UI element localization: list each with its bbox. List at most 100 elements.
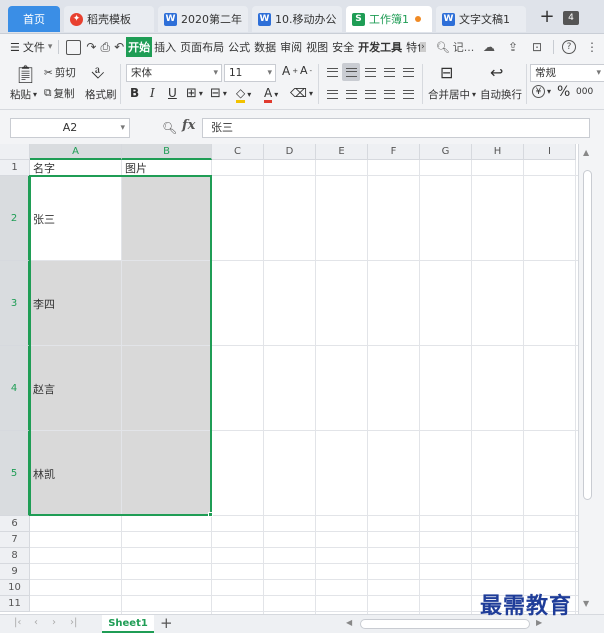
row-header-5[interactable]: 5 <box>0 431 30 516</box>
tab-text-doc1[interactable]: W 文字文稿1 <box>436 6 526 32</box>
clear-format-icon[interactable]: ⌫ ▾ <box>290 86 313 100</box>
border-icon[interactable]: ⊞ ▾ <box>186 86 203 101</box>
percent-button[interactable]: % <box>557 84 570 100</box>
format-painter-button[interactable]: 格式刷 <box>85 87 117 102</box>
next-sheet-icon[interactable]: › <box>52 617 56 628</box>
menu-features[interactable]: 特色 <box>404 39 420 55</box>
sheet-tab-sheet1[interactable]: Sheet1 <box>102 615 154 633</box>
new-tab-plus-icon[interactable]: + <box>538 8 556 28</box>
menu-data[interactable]: 数据 <box>252 39 278 55</box>
tab-home[interactable]: 首页 <box>8 6 60 32</box>
tab-count-badge[interactable]: 4 <box>563 11 579 25</box>
increase-indent-icon[interactable] <box>399 63 417 81</box>
redo-icon[interactable]: ↷ <box>86 40 96 54</box>
row-header-7[interactable]: 7 <box>0 532 30 548</box>
undo-icon[interactable]: ↶ <box>114 40 124 54</box>
save-icon[interactable] <box>66 39 82 55</box>
menu-developer[interactable]: 开发工具 <box>356 39 404 55</box>
file-menu[interactable]: ☰ 文件 ▾ <box>0 39 54 55</box>
menu-home[interactable]: 开始 <box>126 37 153 57</box>
underline-button[interactable]: U <box>168 86 177 100</box>
last-sheet-icon[interactable]: ›| <box>70 617 77 628</box>
paste-button[interactable]: 粘贴 ▾ <box>10 87 37 102</box>
menu-review[interactable]: 审阅 <box>278 39 304 55</box>
row-header-11[interactable]: 11 <box>0 596 30 612</box>
wrap-text-button[interactable]: 自动换行 <box>480 87 522 102</box>
column-header-h[interactable]: H <box>472 144 524 160</box>
number-format-select[interactable]: 常规 <box>530 64 604 82</box>
cell-style-icon[interactable]: ⊟ ▾ <box>210 86 227 101</box>
prev-sheet-icon[interactable]: ‹ <box>34 617 38 628</box>
font-color-button[interactable]: A ▾ <box>264 86 278 103</box>
fx-icon[interactable]: fx <box>182 118 195 133</box>
vertical-scrollbar[interactable]: ▲ ▼ <box>578 144 604 614</box>
add-sheet-icon[interactable]: + <box>160 614 173 632</box>
row-header-3[interactable]: 3 <box>0 261 30 346</box>
align-middle-icon[interactable] <box>342 63 360 81</box>
bold-button[interactable]: B <box>130 86 139 100</box>
menu-insert[interactable]: 插入 <box>152 39 178 55</box>
row-header-8[interactable]: 8 <box>0 548 30 564</box>
more-options-icon[interactable]: ⋮ <box>584 39 600 55</box>
format-painter-icon[interactable]: ⎀ <box>91 63 105 83</box>
menu-view[interactable]: 视图 <box>304 39 330 55</box>
cloud-icon[interactable]: ☁ <box>481 39 497 55</box>
horizontal-scrollbar[interactable] <box>360 619 530 629</box>
column-header-e[interactable]: E <box>316 144 368 160</box>
scroll-left-icon[interactable]: ◀ <box>346 618 352 627</box>
column-header-b[interactable]: B <box>122 144 212 160</box>
vertical-scroll-thumb[interactable] <box>583 170 592 500</box>
decrease-indent-icon[interactable] <box>380 63 398 81</box>
align-center-icon[interactable] <box>342 85 360 103</box>
merge-center-button[interactable]: 合并居中 ▾ <box>428 87 476 102</box>
search-box[interactable]: 🔍︎ 记... <box>436 39 474 55</box>
copy-button[interactable]: ⧉ 复制 <box>44 86 75 101</box>
scroll-down-icon[interactable]: ▼ <box>583 599 589 608</box>
justify-icon[interactable] <box>380 85 398 103</box>
menu-page-layout[interactable]: 页面布局 <box>178 39 226 55</box>
column-header-f[interactable]: F <box>368 144 420 160</box>
align-top-icon[interactable] <box>323 63 341 81</box>
row-header-10[interactable]: 10 <box>0 580 30 596</box>
cell-a1[interactable]: 名字 <box>30 160 122 176</box>
font-family-select[interactable]: 宋体 <box>126 64 222 82</box>
comma-button[interactable]: 000 <box>576 87 593 97</box>
fill-color-icon[interactable]: ◇ ▾ <box>236 86 251 103</box>
share-icon[interactable]: ⇪ <box>505 39 521 55</box>
tab-doc-2020[interactable]: W 2020第二年 <box>158 6 248 32</box>
menu-formulas[interactable]: 公式 <box>226 39 252 55</box>
row-header-9[interactable]: 9 <box>0 564 30 580</box>
help-icon[interactable]: ? <box>562 40 576 54</box>
cell-b1[interactable]: 图片 <box>122 160 212 176</box>
scroll-right-icon[interactable]: › <box>420 42 426 52</box>
column-header-a[interactable]: A <box>30 144 122 160</box>
distributed-icon[interactable] <box>399 85 417 103</box>
formula-input[interactable]: 张三 <box>202 118 590 138</box>
paste-icon[interactable]: 📋︎ <box>14 64 37 85</box>
row-header-6[interactable]: 6 <box>0 516 30 532</box>
fill-handle[interactable] <box>208 512 213 517</box>
tab-docer[interactable]: ✦ 稻壳模板 <box>64 6 154 32</box>
zoom-icon[interactable]: 🔍︎ <box>162 121 177 135</box>
scroll-up-icon[interactable]: ▲ <box>583 148 589 157</box>
row-header-2[interactable]: 2 <box>0 176 30 261</box>
decrease-font-icon[interactable]: A- <box>300 64 312 77</box>
align-right-icon[interactable] <box>361 85 379 103</box>
name-box[interactable]: A2 <box>10 118 130 138</box>
spreadsheet-grid[interactable]: A B C D E F G H I 1 2 3 4 5 6 7 8 9 10 11 名字 图片 张三 李四 赵言 林凯 <box>0 144 578 614</box>
select-all-corner[interactable] <box>0 144 30 160</box>
wrap-text-icon[interactable]: ↩ <box>490 63 503 82</box>
font-size-select[interactable]: 11 <box>224 64 276 82</box>
menu-security[interactable]: 安全 <box>330 39 356 55</box>
row-header-1[interactable]: 1 <box>0 160 30 176</box>
more-apps-icon[interactable]: ⊡ <box>529 39 545 55</box>
column-header-c[interactable]: C <box>212 144 264 160</box>
cut-button[interactable]: ✂ 剪切 <box>44 65 76 80</box>
tab-workbook1[interactable]: S 工作簿1 <box>346 6 432 32</box>
italic-button[interactable]: I <box>150 86 155 100</box>
merge-center-icon[interactable]: ⊟ <box>440 63 453 82</box>
row-header-4[interactable]: 4 <box>0 346 30 431</box>
column-header-i[interactable]: I <box>524 144 576 160</box>
column-header-d[interactable]: D <box>264 144 316 160</box>
increase-font-icon[interactable]: A + <box>282 64 298 78</box>
